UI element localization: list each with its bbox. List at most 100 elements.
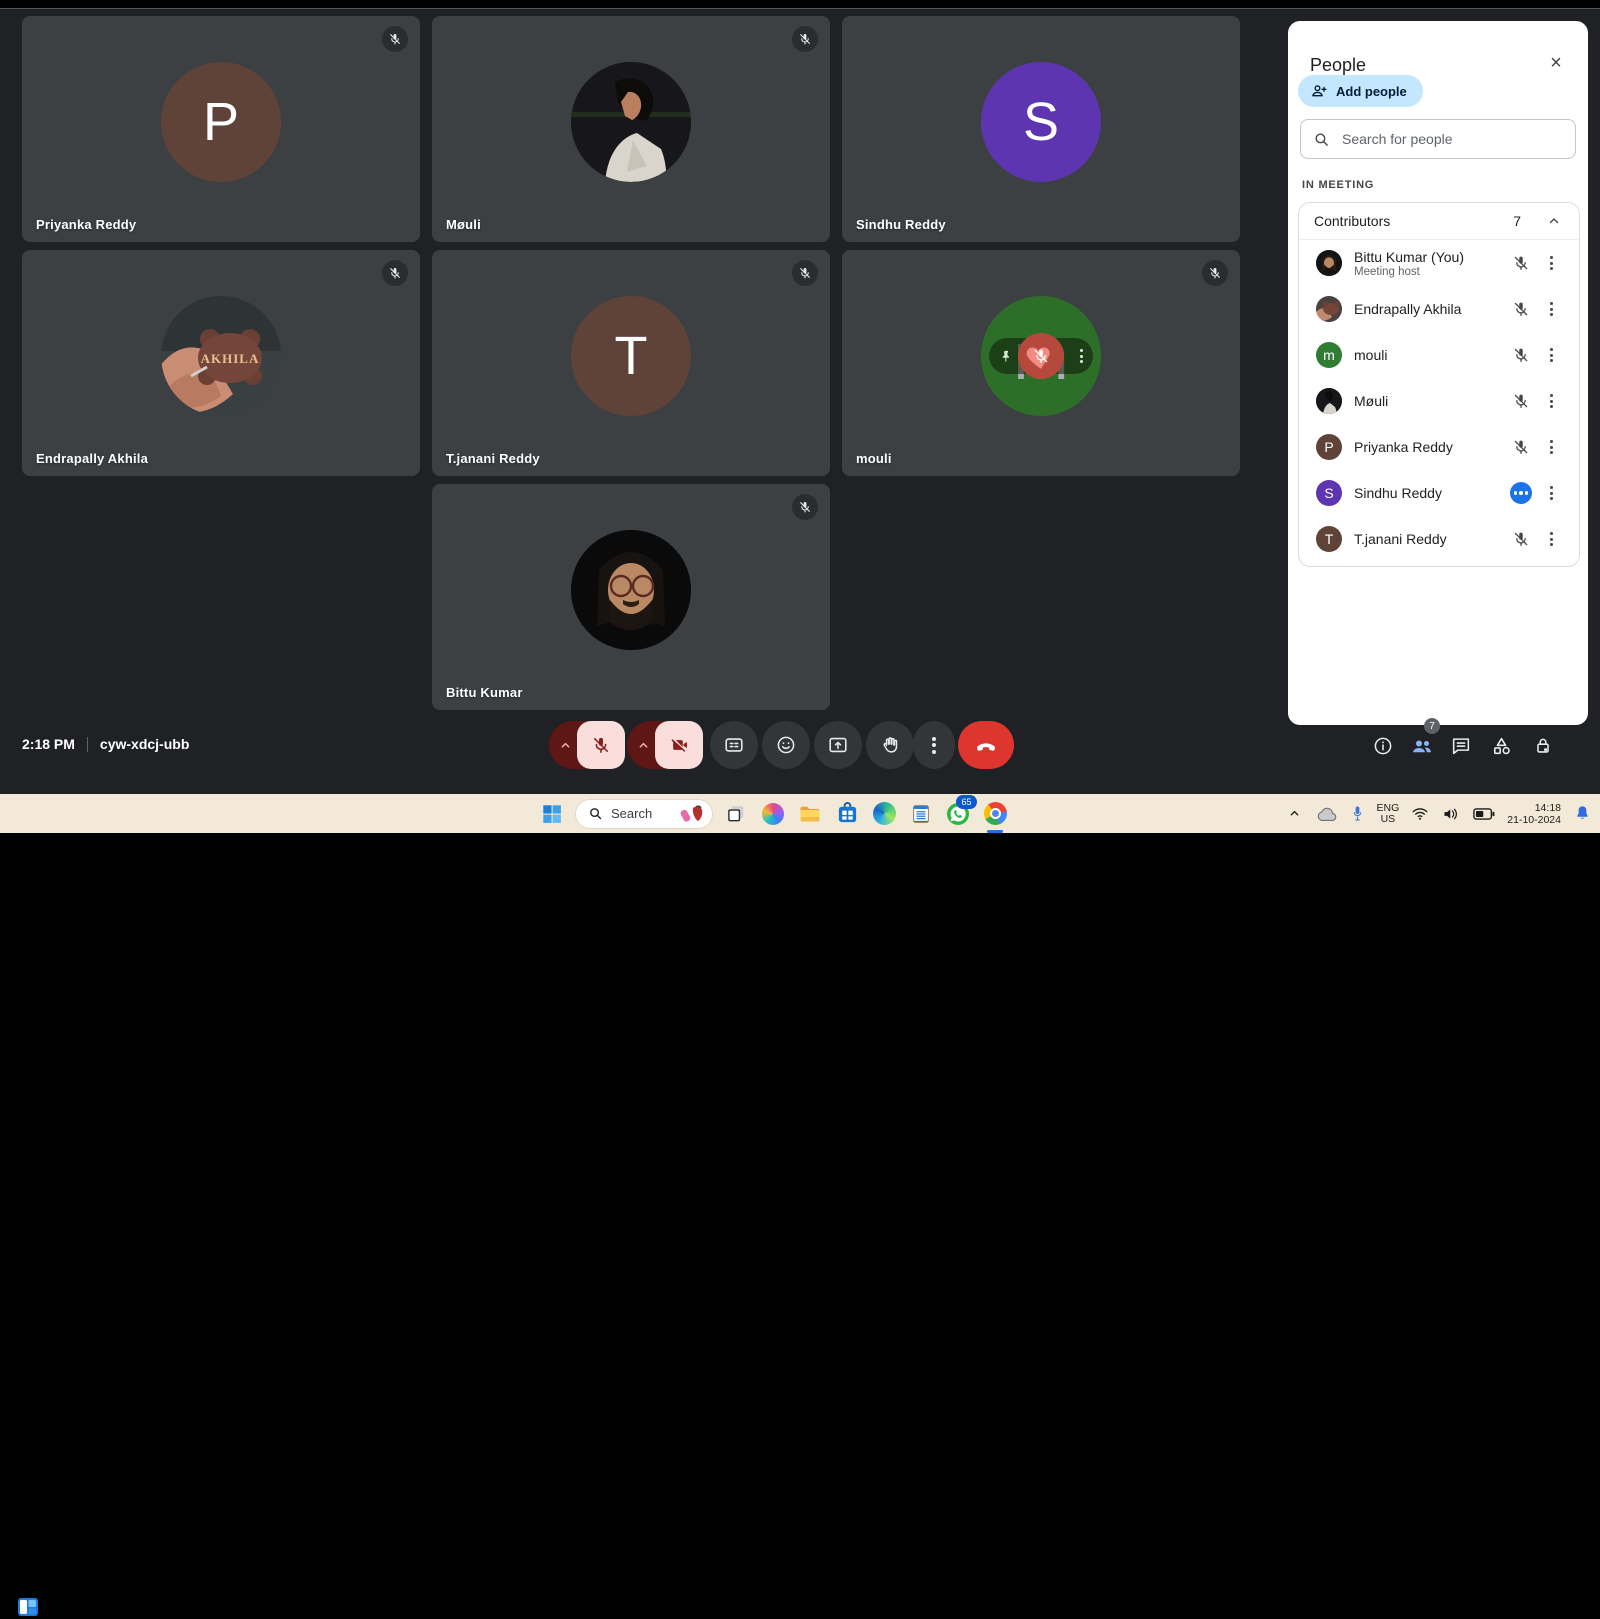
avatar: P bbox=[161, 62, 281, 183]
participant-row[interactable]: Møuli bbox=[1299, 378, 1579, 424]
avatar-letter: P bbox=[202, 92, 240, 153]
end-call-button[interactable] bbox=[958, 721, 1014, 769]
mic-muted-icon bbox=[1504, 438, 1538, 456]
taskbar-search-box[interactable]: Search bbox=[575, 798, 713, 829]
mic-muted-icon bbox=[382, 260, 408, 286]
meeting-details-info-icon[interactable] bbox=[1370, 733, 1396, 759]
search-placeholder: Search bbox=[611, 806, 653, 821]
avatar bbox=[1316, 296, 1342, 322]
mic-in-use-icon[interactable] bbox=[1350, 800, 1366, 828]
captions-button[interactable] bbox=[710, 721, 758, 769]
participant-more-options-icon[interactable] bbox=[1538, 532, 1564, 546]
chat-icon[interactable] bbox=[1448, 733, 1474, 759]
avatar: T bbox=[571, 296, 691, 417]
people-panel: People × Add people IN MEETING Contribut… bbox=[1288, 21, 1588, 725]
people-search-input[interactable] bbox=[1340, 130, 1563, 148]
speaking-indicator bbox=[1504, 482, 1538, 504]
windows-taskbar: Search 65 ENG US 14:18 21-10-2024 bbox=[0, 794, 1600, 1616]
participant-name: T.janani Reddy bbox=[1354, 531, 1447, 547]
edge-browser-icon[interactable] bbox=[870, 800, 898, 828]
participant-name-label: mouli bbox=[856, 451, 892, 466]
mic-off-button[interactable] bbox=[577, 721, 625, 769]
more-options-button[interactable] bbox=[913, 721, 955, 769]
volume-icon[interactable] bbox=[1441, 800, 1461, 828]
file-explorer-icon[interactable] bbox=[796, 800, 824, 828]
avatar bbox=[1316, 250, 1342, 276]
participant-more-options-icon[interactable] bbox=[1538, 256, 1564, 270]
in-meeting-section-label: IN MEETING bbox=[1302, 179, 1375, 191]
participant-name-label: Endrapally Akhila bbox=[36, 451, 149, 466]
contributors-label: Contributors bbox=[1314, 213, 1391, 229]
clock-label: 2:18 PM bbox=[22, 736, 75, 752]
search-icon bbox=[588, 806, 603, 821]
raise-hand-button[interactable] bbox=[866, 721, 914, 769]
start-button[interactable] bbox=[538, 800, 566, 828]
mic-muted-icon bbox=[1504, 346, 1538, 364]
search-highlight-image bbox=[680, 804, 706, 824]
onedrive-cloud-icon[interactable] bbox=[1315, 800, 1339, 828]
video-tile[interactable]: P Priyanka Reddy bbox=[22, 16, 420, 242]
hidden-icons-chevron[interactable] bbox=[1286, 800, 1304, 828]
participant-more-options-icon[interactable] bbox=[1538, 348, 1564, 362]
participant-row[interactable]: P Priyanka Reddy bbox=[1299, 424, 1579, 470]
svg-text:AKHILA: AKHILA bbox=[201, 351, 260, 366]
mic-muted-icon bbox=[1504, 300, 1538, 318]
participant-name-label: Bittu Kumar bbox=[446, 685, 523, 700]
pin-icon[interactable] bbox=[999, 349, 1014, 364]
participant-more-options-icon[interactable] bbox=[1538, 394, 1564, 408]
heart-reaction-mic-muted-badge bbox=[1018, 333, 1064, 380]
people-panel-toggle-icon[interactable] bbox=[1409, 733, 1435, 759]
taskbar-clock[interactable]: 14:18 21-10-2024 bbox=[1507, 802, 1561, 826]
copilot-icon[interactable] bbox=[759, 800, 787, 828]
notepad-icon[interactable] bbox=[907, 800, 935, 828]
language-indicator[interactable]: ENG US bbox=[1377, 802, 1400, 825]
avatar-photo bbox=[571, 62, 691, 183]
present-screen-button[interactable] bbox=[814, 721, 862, 769]
participant-name-label: Priyanka Reddy bbox=[36, 217, 137, 232]
chrome-browser-icon[interactable] bbox=[981, 800, 1009, 833]
wifi-icon[interactable] bbox=[1410, 800, 1430, 828]
video-tile[interactable]: S Sindhu Reddy bbox=[842, 16, 1240, 242]
activities-icon[interactable] bbox=[1488, 733, 1514, 759]
participant-name: Priyanka Reddy bbox=[1354, 439, 1453, 455]
contributors-header[interactable]: Contributors 7 bbox=[1299, 203, 1579, 240]
google-meet-window: P Priyanka Reddy Møuli S Sindhu Reddy AK… bbox=[0, 0, 1600, 1616]
people-search-field bbox=[1300, 119, 1576, 159]
participant-more-options-icon[interactable] bbox=[1538, 302, 1564, 316]
battery-icon[interactable] bbox=[1472, 800, 1496, 828]
microsoft-store-icon[interactable] bbox=[833, 800, 861, 828]
participant-row[interactable]: S Sindhu Reddy bbox=[1299, 470, 1579, 516]
close-icon[interactable]: × bbox=[1542, 49, 1570, 77]
participant-row[interactable]: m mouli bbox=[1299, 332, 1579, 378]
contributors-box: Contributors 7 Bittu Kumar (You) Meeting … bbox=[1298, 202, 1580, 567]
participant-row[interactable]: Bittu Kumar (You) Meeting host bbox=[1299, 240, 1579, 286]
whatsapp-icon[interactable]: 65 bbox=[944, 794, 977, 828]
video-tile[interactable]: AKHILA Endrapally Akhila bbox=[22, 250, 420, 476]
participant-more-options-icon[interactable] bbox=[1538, 440, 1564, 454]
participant-row[interactable]: Endrapally Akhila bbox=[1299, 286, 1579, 332]
participant-subtitle: Meeting host bbox=[1354, 265, 1420, 278]
video-tile[interactable]: m mouli bbox=[842, 250, 1240, 476]
mic-muted-icon bbox=[792, 494, 818, 520]
participant-row[interactable]: T T.janani Reddy bbox=[1299, 516, 1579, 562]
camera-off-button[interactable] bbox=[655, 721, 703, 769]
participant-name: Endrapally Akhila bbox=[1354, 301, 1462, 317]
reactions-button[interactable] bbox=[762, 721, 810, 769]
meeting-code-label: cyw-xdcj-ubb bbox=[99, 736, 190, 752]
add-people-button[interactable]: Add people bbox=[1298, 75, 1423, 107]
notifications-bell-icon[interactable] bbox=[1572, 800, 1592, 828]
host-controls-lock-icon[interactable] bbox=[1530, 733, 1556, 759]
taskbar-pinned-app-icon[interactable] bbox=[16, 1595, 40, 1619]
camera-control-group bbox=[627, 721, 703, 769]
participant-more-options-icon[interactable] bbox=[1538, 486, 1564, 500]
participant-count-badge: 7 bbox=[1424, 718, 1440, 734]
whatsapp-notification-badge: 65 bbox=[956, 794, 977, 809]
video-tile[interactable]: Bittu Kumar bbox=[432, 484, 830, 710]
person-add-icon bbox=[1310, 82, 1328, 100]
video-tile[interactable]: Møuli bbox=[432, 16, 830, 242]
avatar-photo bbox=[571, 530, 691, 651]
task-view-icon[interactable] bbox=[722, 800, 750, 828]
mic-muted-icon bbox=[1504, 254, 1538, 272]
tile-more-options-icon[interactable] bbox=[1080, 349, 1083, 364]
video-tile[interactable]: T T.janani Reddy bbox=[432, 250, 830, 476]
